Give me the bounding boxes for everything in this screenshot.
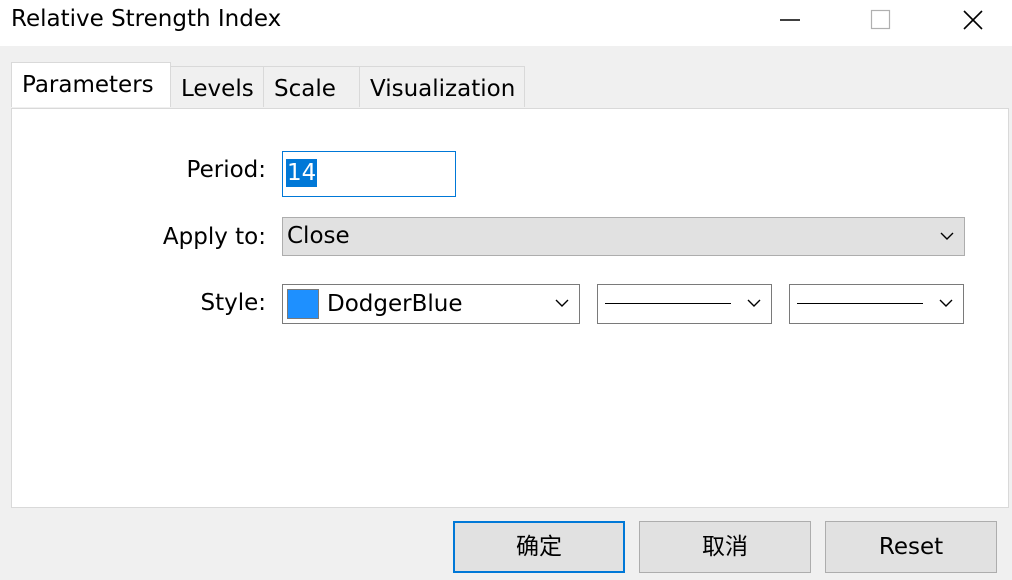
color-select[interactable]: DodgerBlue	[282, 284, 580, 324]
tab-label: Scale	[274, 76, 336, 102]
cancel-button[interactable]: 取消	[639, 521, 811, 573]
tab-levels[interactable]: Levels	[170, 66, 264, 107]
close-icon	[963, 10, 983, 30]
period-input[interactable]: 14	[282, 151, 456, 197]
minimize-icon	[780, 19, 800, 21]
tab-scale[interactable]: Scale	[263, 66, 360, 107]
line-width-select[interactable]	[789, 284, 964, 324]
period-value: 14	[286, 159, 318, 187]
style-label: Style:	[200, 290, 266, 316]
window-title: Relative Strength Index	[11, 6, 282, 32]
chevron-down-icon	[555, 299, 569, 307]
apply-to-label: Apply to:	[162, 224, 266, 250]
chevron-down-icon	[940, 232, 954, 240]
maximize-icon	[870, 9, 891, 30]
title-bar: Relative Strength Index	[0, 0, 1012, 46]
tab-parameters[interactable]: Parameters	[11, 62, 171, 107]
minimize-button[interactable]	[760, 0, 820, 40]
color-value: DodgerBlue	[327, 291, 463, 317]
line-style-select[interactable]	[597, 284, 772, 324]
apply-to-value: Close	[287, 223, 350, 249]
tab-label: Visualization	[370, 76, 516, 102]
close-button[interactable]	[943, 0, 1003, 40]
maximize-button[interactable]	[851, 0, 911, 40]
tab-visualization[interactable]: Visualization	[359, 66, 525, 107]
line-width-preview	[797, 303, 923, 304]
apply-to-select[interactable]: Close	[282, 217, 965, 256]
tab-label: Levels	[181, 76, 254, 102]
chevron-down-icon	[747, 299, 761, 307]
chevron-down-icon	[939, 299, 953, 307]
tab-label: Parameters	[22, 72, 154, 98]
color-swatch	[287, 289, 319, 319]
period-label: Period:	[186, 157, 266, 183]
line-style-preview	[605, 303, 731, 304]
reset-button[interactable]: Reset	[825, 521, 997, 573]
ok-button[interactable]: 确定	[453, 521, 625, 573]
